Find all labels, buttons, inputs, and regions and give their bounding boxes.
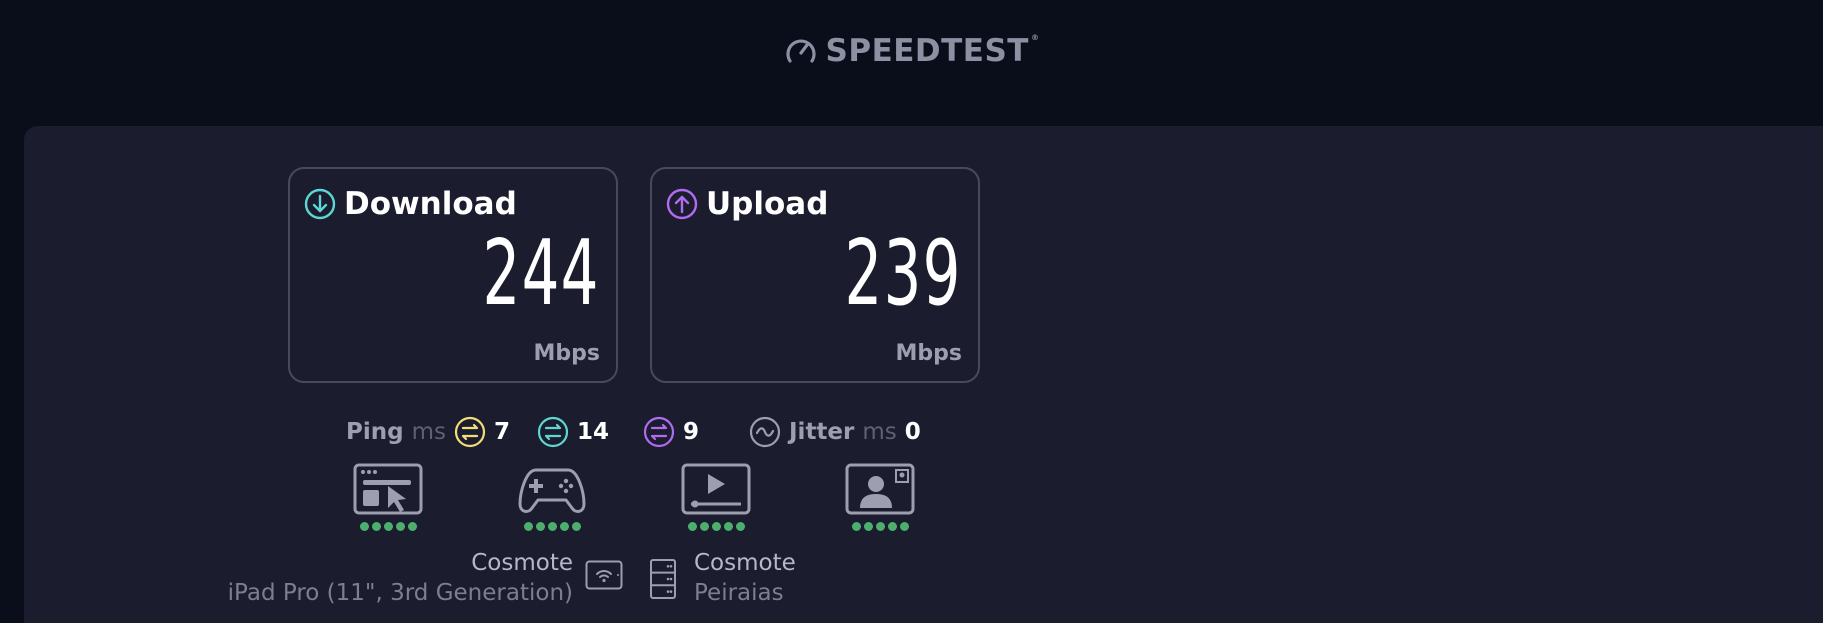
- server-info[interactable]: Cosmote Peiraias: [694, 548, 796, 608]
- ping-label: Ping: [346, 419, 404, 445]
- app-rating-streaming[interactable]: [680, 462, 752, 531]
- ping-idle-icon: [454, 416, 486, 448]
- jitter-unit: ms: [862, 419, 897, 445]
- jitter-value: 0: [904, 419, 921, 445]
- jitter-label: Jitter: [789, 419, 855, 445]
- download-label: Download: [344, 186, 517, 222]
- upload-card: Upload 239 Mbps: [650, 167, 980, 383]
- app-rating-gaming[interactable]: [516, 462, 588, 531]
- web-browsing-icon: [353, 463, 423, 515]
- ping-download[interactable]: 14: [537, 414, 609, 450]
- client-device: iPad Pro (11", 3rd Generation): [227, 580, 573, 606]
- jitter-group[interactable]: Jitter ms 0: [749, 414, 921, 450]
- ping-jitter-row: Ping ms 7 14 9 Jitter ms 0: [0, 414, 1000, 450]
- download-unit: Mbps: [533, 341, 600, 366]
- app-rating-video-call[interactable]: [844, 462, 916, 531]
- ping-upload-value: 9: [683, 419, 700, 445]
- upload-label: Upload: [706, 186, 829, 222]
- upload-value: 239: [844, 221, 962, 326]
- ping-upload[interactable]: 9: [643, 414, 699, 450]
- download-value: 244: [482, 221, 600, 326]
- app-rating-browsing[interactable]: [352, 462, 424, 531]
- download-card: Download 244 Mbps: [288, 167, 618, 383]
- ping-unit: ms: [411, 419, 446, 445]
- server-isp: Cosmote: [694, 550, 796, 576]
- server-location: Peiraias: [694, 580, 784, 606]
- rating-dots: [359, 522, 417, 531]
- ping-idle-value: 7: [494, 419, 511, 445]
- rating-dots: [687, 522, 745, 531]
- ping-idle[interactable]: 7: [454, 414, 510, 450]
- gaming-controller-icon: [518, 468, 586, 513]
- client-info[interactable]: Cosmote iPad Pro (11", 3rd Generation): [228, 548, 573, 608]
- ping-download-icon: [537, 416, 569, 448]
- upload-header: Upload: [666, 186, 828, 222]
- arrow-down-circle-icon: [304, 188, 336, 220]
- logo-text: SPEEDTEST ®: [825, 33, 1040, 69]
- video-call-icon: [845, 463, 915, 515]
- ping-download-value: 14: [577, 419, 610, 445]
- header: SPEEDTEST ®: [0, 0, 1823, 110]
- ping-upload-icon: [643, 416, 675, 448]
- rating-dots: [523, 522, 581, 531]
- client-isp: Cosmote: [471, 550, 573, 576]
- arrow-up-circle-icon: [666, 188, 698, 220]
- video-streaming-icon: [681, 463, 751, 515]
- speedtest-logo[interactable]: SPEEDTEST ®: [784, 33, 1040, 69]
- gauge-icon: [786, 39, 816, 63]
- jitter-icon: [749, 416, 781, 448]
- upload-unit: Mbps: [895, 341, 962, 366]
- server-icon: [650, 559, 676, 599]
- rating-dots: [851, 522, 909, 531]
- download-header: Download: [304, 186, 517, 222]
- ping-label-group: Ping ms: [346, 414, 446, 450]
- wifi-icon: [585, 560, 623, 590]
